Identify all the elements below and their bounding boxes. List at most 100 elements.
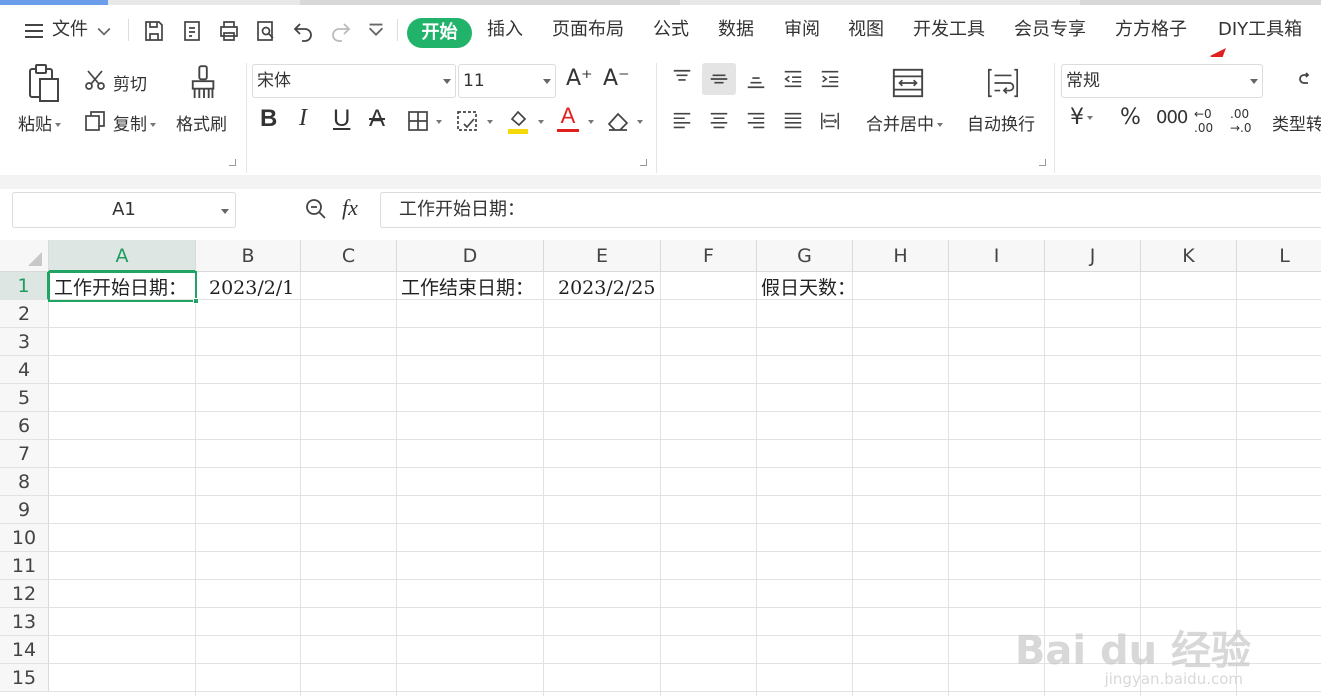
font-color-button[interactable]: A xyxy=(557,103,579,132)
merge-center-icon[interactable] xyxy=(889,63,927,103)
copy-button[interactable]: 复制 xyxy=(113,110,156,135)
column-header-j[interactable]: J xyxy=(1045,240,1141,272)
formula-input[interactable]: 工作开始日期： xyxy=(380,192,1321,228)
cell-e1[interactable]: 2023/2/25 xyxy=(558,274,655,302)
tab-diy-toolbox[interactable]: DIY工具箱 xyxy=(1218,15,1302,45)
paste-button[interactable]: 粘贴 xyxy=(18,110,61,135)
justify-icon[interactable] xyxy=(779,107,807,135)
column-header-l[interactable]: L xyxy=(1237,240,1321,272)
wrap-text-icon[interactable] xyxy=(984,63,1022,103)
cell-b1[interactable]: 2023/2/1 xyxy=(209,274,294,302)
tab-page-layout[interactable]: 页面布局 xyxy=(552,15,624,45)
borders-icon[interactable] xyxy=(404,107,432,135)
tab-formulas[interactable]: 公式 xyxy=(653,15,689,45)
column-header-k[interactable]: K xyxy=(1141,240,1237,272)
row-header-8[interactable]: 8 xyxy=(0,468,49,496)
font-size-select[interactable]: 11 xyxy=(458,64,556,98)
dialog-launcher[interactable] xyxy=(640,159,647,166)
print-preview-icon[interactable] xyxy=(252,17,280,45)
cell-d1[interactable]: 工作结束日期： xyxy=(401,274,534,302)
chevron-down-icon[interactable] xyxy=(94,17,114,45)
zoom-icon[interactable] xyxy=(302,195,330,223)
align-left-icon[interactable] xyxy=(668,107,696,135)
column-header-g[interactable]: G xyxy=(757,240,853,272)
cell-g1[interactable]: 假日天数： xyxy=(761,274,856,302)
increase-decimal-button[interactable]: ←0 .00 xyxy=(1194,107,1220,135)
chevron-down-icon[interactable] xyxy=(487,120,493,124)
type-convert-icon[interactable] xyxy=(1296,67,1321,99)
dialog-launcher[interactable] xyxy=(229,159,236,166)
thousands-separator-button[interactable]: 000 xyxy=(1156,107,1188,128)
chevron-down-icon[interactable] xyxy=(538,120,544,124)
row-header-15[interactable]: 15 xyxy=(0,664,49,692)
tab-developer[interactable]: 开发工具 xyxy=(913,15,985,45)
row-header-5[interactable]: 5 xyxy=(0,384,49,412)
scissors-icon[interactable] xyxy=(82,67,108,93)
cut-button[interactable]: 剪切 xyxy=(113,70,147,95)
fill-handle[interactable] xyxy=(193,298,199,304)
tab-review[interactable]: 审阅 xyxy=(784,15,820,45)
column-header-h[interactable]: H xyxy=(853,240,949,272)
strikethrough-button[interactable]: A xyxy=(369,105,385,133)
tab-data[interactable]: 数据 xyxy=(718,15,754,45)
row-header-6[interactable]: 6 xyxy=(0,412,49,440)
row-header-11[interactable]: 11 xyxy=(0,552,49,580)
column-header-f[interactable]: F xyxy=(661,240,757,272)
merge-center-button[interactable]: 合并居中 xyxy=(866,110,943,135)
column-header-c[interactable]: C xyxy=(301,240,397,272)
decrease-decimal-button[interactable]: .00 →.0 xyxy=(1230,107,1256,135)
file-menu[interactable]: 文件 xyxy=(52,15,88,45)
paste-icon[interactable] xyxy=(26,63,62,103)
increase-indent-icon[interactable] xyxy=(816,65,844,93)
grow-font-button[interactable]: A⁺ xyxy=(566,66,593,91)
distributed-align-icon[interactable] xyxy=(816,107,844,135)
fill-color-icon[interactable] xyxy=(504,105,532,137)
row-header-14[interactable]: 14 xyxy=(0,636,49,664)
currency-button[interactable]: ¥ xyxy=(1070,105,1093,130)
align-bottom-icon[interactable] xyxy=(742,65,770,93)
column-header-d[interactable]: D xyxy=(397,240,544,272)
undo-icon[interactable] xyxy=(289,17,317,45)
row-header-12[interactable]: 12 xyxy=(0,580,49,608)
chevron-down-icon[interactable] xyxy=(637,120,643,124)
underline-button[interactable]: U xyxy=(333,105,350,133)
tab-view[interactable]: 视图 xyxy=(848,15,884,45)
select-all-corner[interactable] xyxy=(0,240,49,272)
row-header-7[interactable]: 7 xyxy=(0,440,49,468)
row-header-3[interactable]: 3 xyxy=(0,328,49,356)
percent-button[interactable]: % xyxy=(1120,105,1141,130)
hamburger-menu-icon[interactable] xyxy=(20,17,48,45)
type-convert-button[interactable]: 类型转 xyxy=(1272,110,1321,135)
save-icon[interactable] xyxy=(140,17,168,45)
chevron-down-icon[interactable] xyxy=(436,120,442,124)
row-header-4[interactable]: 4 xyxy=(0,356,49,384)
row-header-10[interactable]: 10 xyxy=(0,524,49,552)
export-pdf-icon[interactable] xyxy=(178,17,206,45)
tab-insert[interactable]: 插入 xyxy=(487,15,523,45)
align-center-icon[interactable] xyxy=(705,107,733,135)
wrap-text-button[interactable]: 自动换行 xyxy=(967,110,1035,135)
chevron-down-icon[interactable] xyxy=(588,120,594,124)
align-top-icon[interactable] xyxy=(668,65,696,93)
decrease-indent-icon[interactable] xyxy=(779,65,807,93)
print-icon[interactable] xyxy=(215,17,243,45)
column-header-e[interactable]: E xyxy=(544,240,661,272)
redo-icon[interactable] xyxy=(327,17,355,45)
eraser-icon[interactable] xyxy=(604,107,632,135)
tab-fangfang[interactable]: 方方格子 xyxy=(1115,15,1187,45)
font-name-select[interactable]: 宋体 xyxy=(252,64,456,98)
italic-button[interactable]: I xyxy=(299,105,307,132)
row-header-2[interactable]: 2 xyxy=(0,300,49,328)
row-header-1[interactable]: 1 xyxy=(0,272,49,300)
column-header-b[interactable]: B xyxy=(196,240,301,272)
copy-icon[interactable] xyxy=(82,108,108,134)
number-format-select[interactable]: 常规 xyxy=(1061,64,1263,98)
row-header-13[interactable]: 13 xyxy=(0,608,49,636)
format-painter-icon[interactable] xyxy=(188,63,220,103)
tab-home[interactable]: 开始 xyxy=(407,18,472,48)
quick-access-dropdown-icon[interactable] xyxy=(365,17,387,45)
shrink-font-button[interactable]: A⁻ xyxy=(603,66,630,91)
tab-member[interactable]: 会员专享 xyxy=(1014,15,1086,45)
bold-button[interactable]: B xyxy=(260,105,277,133)
function-icon[interactable]: fx xyxy=(342,195,358,221)
